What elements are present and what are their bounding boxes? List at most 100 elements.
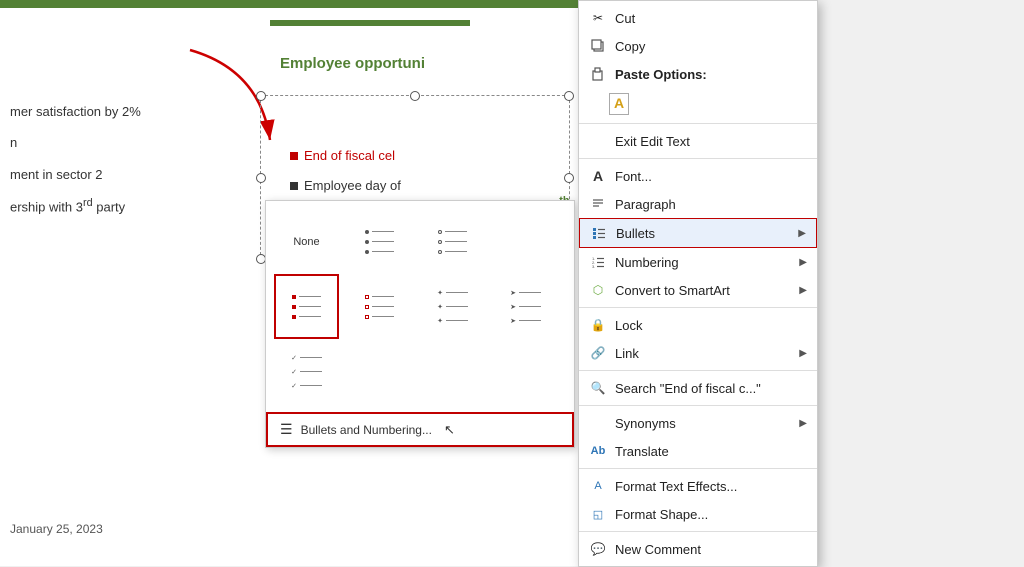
handle-tm[interactable]: [410, 91, 420, 101]
synonyms-label: Synonyms: [615, 416, 791, 431]
bullet-option-none[interactable]: None: [274, 209, 339, 274]
link-arrow: ▶: [799, 348, 807, 359]
menu-separator-7: [579, 531, 817, 532]
bullets-label: Bullets: [616, 226, 790, 241]
menu-item-bullets[interactable]: Bullets ▶: [579, 218, 817, 248]
bullets-numbering-button[interactable]: ☰ Bullets and Numbering... ↖: [266, 412, 574, 447]
scissors-icon: ✂: [589, 9, 607, 27]
bullet-option-cross[interactable]: ✦ ✦ ✦: [420, 274, 485, 339]
link-icon: 🔗: [589, 344, 607, 362]
bullets-icon: [590, 224, 608, 242]
menu-item-copy[interactable]: Copy: [579, 32, 817, 60]
format-text-label: Format Text Effects...: [615, 479, 807, 494]
bullet-option-extra[interactable]: [493, 339, 558, 404]
new-comment-label: New Comment: [615, 542, 807, 557]
synonyms-icon: [589, 414, 607, 432]
bullet-option-filled-circle[interactable]: [347, 209, 412, 274]
font-label: Font...: [615, 169, 807, 184]
handle-tl[interactable]: [256, 91, 266, 101]
format-shape-icon: ◱: [589, 505, 607, 523]
link-label: Link: [615, 346, 791, 361]
exit-edit-label: Exit Edit Text: [615, 134, 807, 149]
cut-label: Cut: [615, 11, 807, 26]
slide-text-line-2: n: [10, 131, 141, 154]
bullet-option-empty[interactable]: [493, 209, 558, 274]
menu-item-paragraph[interactable]: Paragraph: [579, 190, 817, 218]
menu-separator-5: [579, 405, 817, 406]
slide-text-line-3: ment in sector 2: [10, 163, 141, 186]
numbering-arrow: ▶: [799, 257, 807, 268]
menu-item-search[interactable]: 🔍 Search "End of fiscal c...": [579, 374, 817, 402]
menu-item-numbering[interactable]: 1. 2. 3. Numbering ▶: [579, 248, 817, 276]
menu-separator-6: [579, 468, 817, 469]
search-icon: 🔍: [589, 379, 607, 397]
menu-item-paste-icon-row[interactable]: A: [579, 88, 817, 120]
numbering-icon: 1. 2. 3.: [589, 253, 607, 271]
menu-item-lock[interactable]: 🔒 Lock: [579, 311, 817, 339]
font-icon: A: [589, 167, 607, 185]
menu-item-format-shape[interactable]: ◱ Format Shape...: [579, 500, 817, 528]
handle-mr[interactable]: [564, 173, 574, 183]
format-shape-label: Format Shape...: [615, 507, 807, 522]
paste-options-label: Paste Options:: [615, 67, 807, 82]
svg-text:3.: 3.: [592, 264, 595, 269]
lock-icon: 🔒: [589, 316, 607, 334]
paragraph-icon: [589, 195, 607, 213]
menu-separator-4: [579, 370, 817, 371]
menu-item-translate[interactable]: Ab Translate: [579, 437, 817, 465]
lock-label: Lock: [615, 318, 807, 333]
paste-icon: [589, 65, 607, 83]
copy-icon: [589, 37, 607, 55]
numbering-label: Numbering: [615, 255, 791, 270]
menu-item-new-comment[interactable]: 💬 New Comment: [579, 535, 817, 563]
bullet-red-sq-1: [290, 152, 298, 160]
translate-label: Translate: [615, 444, 807, 459]
menu-separator-2: [579, 158, 817, 159]
bullet-option-arrow[interactable]: ➤ ➤ ➤: [493, 274, 558, 339]
search-label: Search "End of fiscal c...": [615, 381, 807, 396]
menu-item-font[interactable]: A Font...: [579, 162, 817, 190]
slide-text-block: mer satisfaction by 2% n ment in sector …: [10, 100, 141, 227]
bullets-numbering-label: Bullets and Numbering...: [301, 423, 432, 437]
slide-text-line-4: ership with 3rd party: [10, 194, 141, 219]
smartart-icon: ⬡: [589, 281, 607, 299]
bullet-option-outline-circle[interactable]: [420, 209, 485, 274]
context-menu: ✂ Cut Copy Paste Options: A Exit Edit Te…: [578, 0, 818, 567]
bullet-option-check2[interactable]: [420, 339, 485, 404]
menu-item-smartart[interactable]: ⬡ Convert to SmartArt ▶: [579, 276, 817, 304]
menu-item-synonyms[interactable]: Synonyms ▶: [579, 409, 817, 437]
synonyms-arrow: ▶: [799, 418, 807, 429]
bullet-option-arrow2[interactable]: [347, 339, 412, 404]
slide-date: January 25, 2023: [10, 522, 103, 536]
menu-item-cut[interactable]: ✂ Cut: [579, 4, 817, 32]
smartart-arrow: ▶: [799, 285, 807, 296]
bullet-option-red-square[interactable]: [274, 274, 339, 339]
exit-edit-icon: [589, 132, 607, 150]
bullets-numbering-icon: ☰: [280, 421, 293, 438]
bullet-option-check[interactable]: ✓ ✓ ✓: [274, 339, 339, 404]
handle-ml[interactable]: [256, 173, 266, 183]
copy-label: Copy: [615, 39, 807, 54]
menu-item-link[interactable]: 🔗 Link ▶: [579, 339, 817, 367]
format-text-icon: A: [589, 477, 607, 495]
translate-icon: Ab: [589, 442, 607, 460]
menu-item-exit-edit[interactable]: Exit Edit Text: [579, 127, 817, 155]
comment-icon: 💬: [589, 540, 607, 558]
bullets-arrow: ▶: [798, 228, 806, 239]
handle-tr[interactable]: [564, 91, 574, 101]
paragraph-label: Paragraph: [615, 197, 807, 212]
fiscal-row: End of fiscal cel: [290, 148, 395, 163]
fiscal-text: End of fiscal cel: [304, 148, 395, 163]
menu-separator-1: [579, 123, 817, 124]
bullet-picker-popup: None ✦ ✦: [265, 200, 575, 448]
slide-text-line-1: mer satisfaction by 2%: [10, 100, 141, 123]
slide-green-accent: [270, 20, 470, 26]
menu-item-format-text[interactable]: A Format Text Effects...: [579, 472, 817, 500]
slide-green-bar: [0, 0, 580, 8]
bullet-dark-sq-1: [290, 182, 298, 190]
slide-title: Employee opportuni: [280, 55, 425, 72]
menu-item-paste-options: Paste Options:: [579, 60, 817, 88]
bullet-option-mixed[interactable]: [347, 274, 412, 339]
none-label: None: [293, 236, 319, 248]
cursor: ↖: [444, 422, 455, 438]
